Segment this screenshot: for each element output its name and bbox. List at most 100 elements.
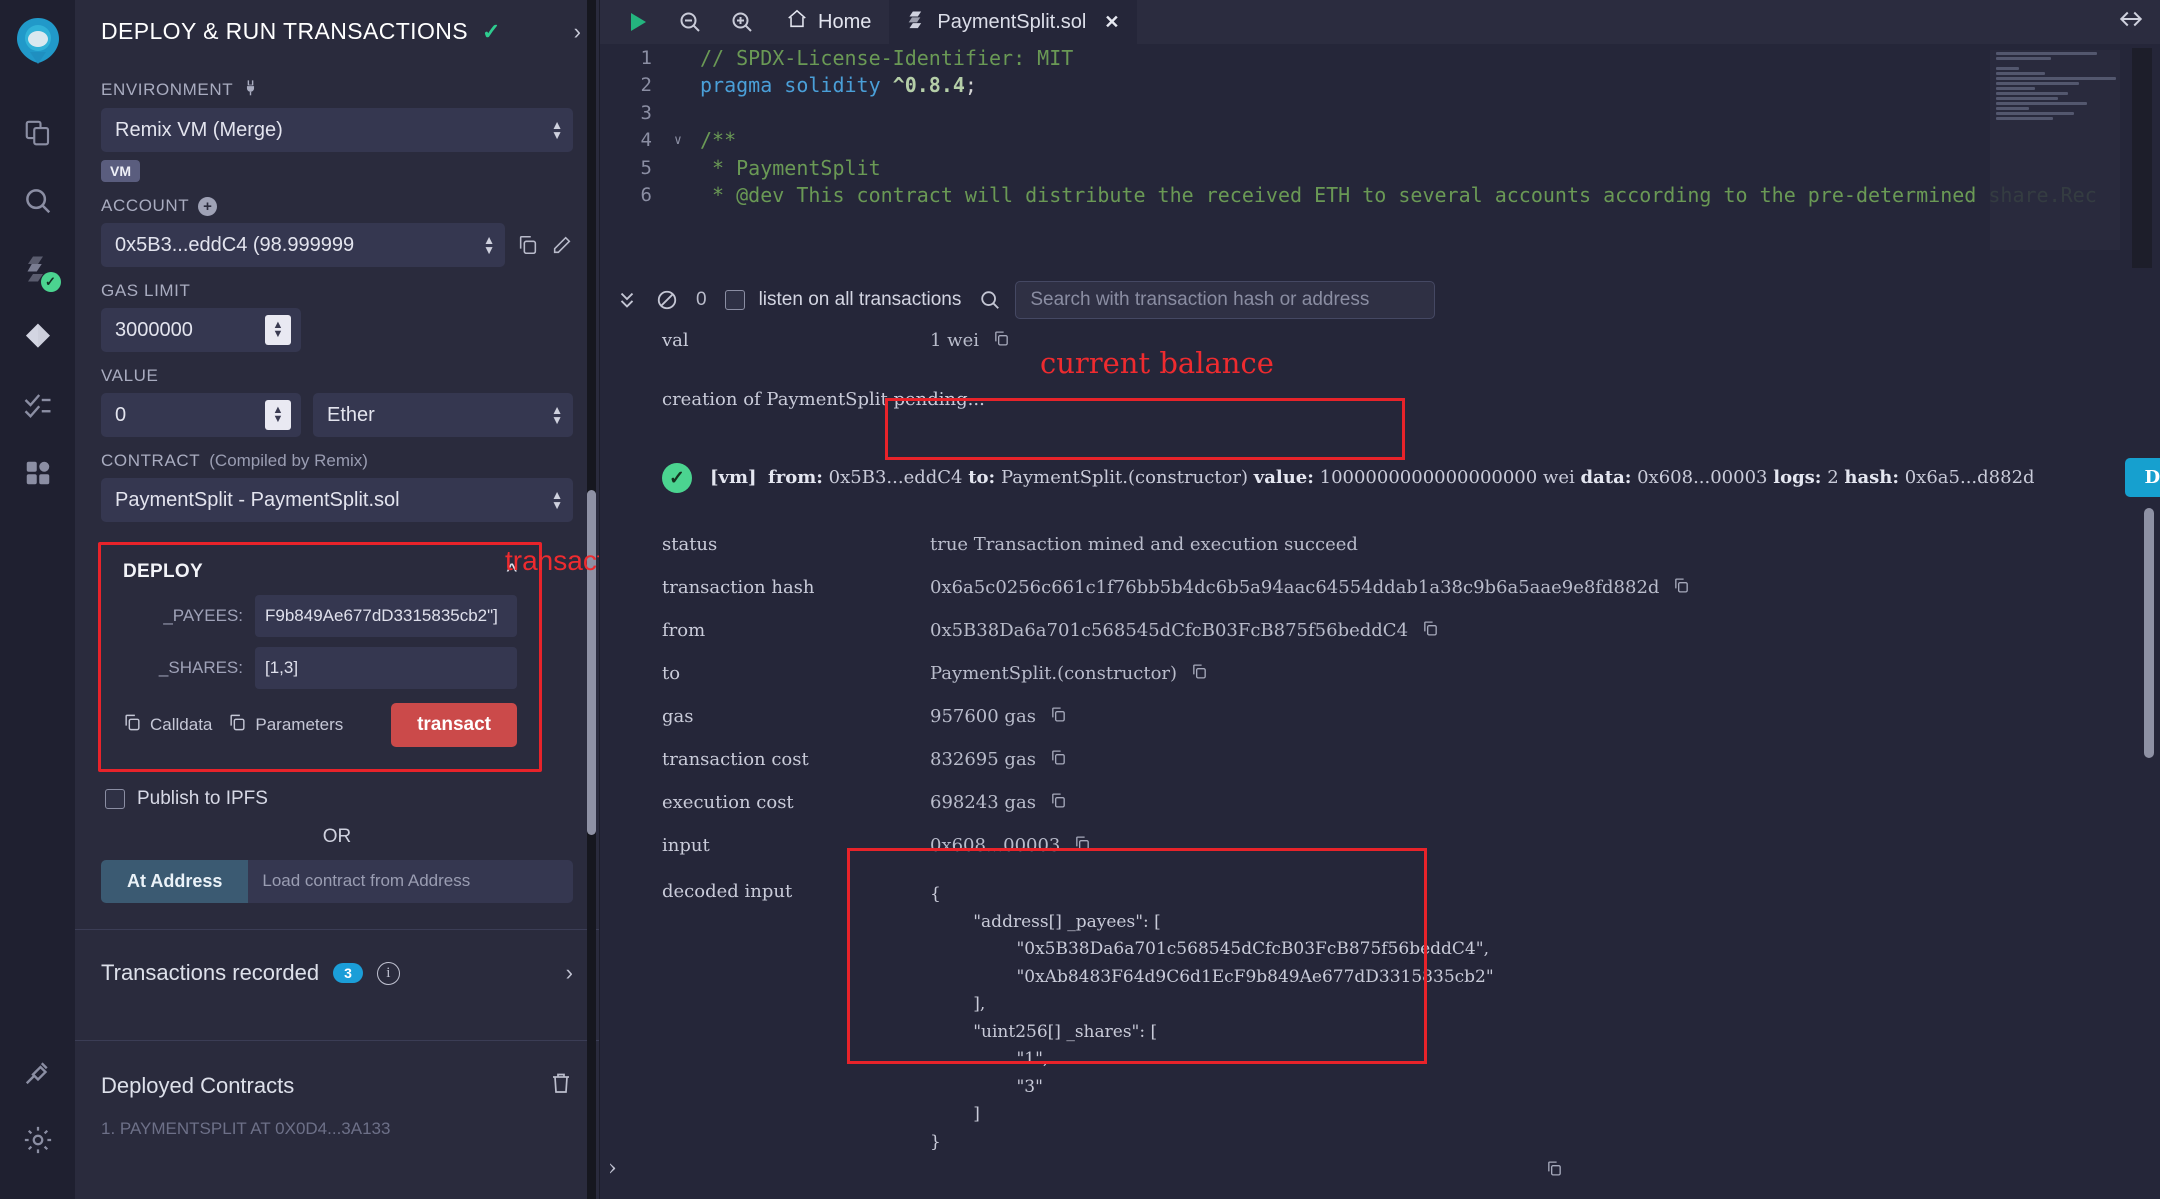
publish-ipfs-label: Publish to IPFS — [137, 788, 268, 810]
ban-icon[interactable] — [656, 289, 678, 311]
zoom-out-icon[interactable] — [664, 0, 716, 44]
copy-icon — [123, 713, 142, 737]
chevron-right-icon[interactable]: › — [566, 960, 573, 986]
gas-limit-stepper[interactable]: ▲▼ — [265, 315, 291, 345]
run-icon[interactable] — [612, 0, 664, 44]
copy-icon[interactable] — [1191, 663, 1208, 680]
plugin-manager-icon[interactable] — [11, 446, 65, 500]
row-key: transaction hash — [600, 577, 930, 598]
icon-rail: ✓ — [0, 0, 75, 1199]
transactions-recorded-label: Transactions recorded — [101, 960, 319, 986]
file-explorer-icon[interactable] — [11, 106, 65, 160]
code-text: * PaymentSplit — [700, 156, 881, 180]
deploy-header: DEPLOY ^ — [123, 559, 517, 585]
terminal-search-input[interactable]: Search with transaction hash or address — [1015, 281, 1435, 319]
table-row: from0x5B38Da6a701c568545dCfcB03FcB875f56… — [600, 609, 2160, 652]
editor-minimap[interactable] — [1990, 50, 2120, 250]
rail-bottom-group — [0, 1045, 75, 1181]
trash-icon[interactable] — [549, 1071, 573, 1101]
line-number: 2 — [600, 74, 674, 96]
transact-button[interactable]: transact — [391, 703, 517, 747]
deploy-run-panel: DEPLOY & RUN TRANSACTIONS ✓ › ENVIRONMEN… — [75, 0, 600, 1199]
pending-text: creation of PaymentSplit pending... — [600, 389, 985, 410]
add-account-icon[interactable]: + — [198, 197, 217, 216]
at-address-button[interactable]: At Address — [101, 860, 248, 903]
row-key: status — [600, 534, 930, 555]
page-title: DEPLOY & RUN TRANSACTIONS — [101, 18, 468, 45]
deploy-run-icon[interactable] — [11, 310, 65, 364]
expand-horizontal-icon[interactable] — [2118, 6, 2144, 38]
code-line: 2pragma solidity ^0.8.4; — [600, 72, 2160, 100]
shares-field-row: _SHARES: [1,3] — [123, 647, 517, 689]
chevrons-down-icon[interactable] — [616, 289, 638, 311]
copy-account-icon[interactable] — [517, 234, 539, 256]
value-unit-select[interactable]: Ether ▲▼ — [313, 393, 573, 437]
fold-icon[interactable]: ∨ — [674, 133, 700, 148]
copy-icon[interactable] — [1050, 706, 1067, 723]
decoded-input-label: decoded input — [600, 881, 930, 1156]
tab-paymentsplit-sol[interactable]: PaymentSplit.sol ✕ — [889, 0, 1137, 44]
row-value-text: 0x5B38Da6a701c568545dCfcB03FcB875f56bedd… — [930, 620, 1408, 641]
debugger-icon[interactable] — [11, 1045, 65, 1099]
decoded-input-copy-row — [600, 1158, 2160, 1179]
publish-ipfs-row[interactable]: Publish to IPFS — [105, 788, 573, 810]
settings-icon[interactable] — [11, 1113, 65, 1167]
copy-icon[interactable] — [1673, 577, 1690, 594]
unit-testing-icon[interactable] — [11, 378, 65, 432]
value-input[interactable]: 0 ▲▼ — [101, 393, 301, 437]
edit-account-icon[interactable] — [551, 234, 573, 256]
gas-limit-input[interactable]: 3000000 ▲▼ — [101, 308, 301, 352]
copy-icon[interactable] — [1074, 835, 1091, 852]
close-icon[interactable]: ✕ — [1104, 12, 1119, 33]
row-value-text: 0x6a5c0256c661c1f76bb5b4dc6b5a94aac64554… — [930, 577, 1659, 598]
transactions-recorded-row[interactable]: Transactions recorded 3 i › — [101, 930, 573, 1014]
terminal-body[interactable]: val 1 wei creation of PaymentSplit pendi… — [600, 328, 2160, 1199]
row-value-text: 698243 gas — [930, 792, 1036, 813]
parameters-button[interactable]: Parameters — [228, 713, 343, 737]
copy-icon[interactable] — [1050, 749, 1067, 766]
listen-all-transactions-row[interactable]: listen on all transactions — [725, 289, 962, 311]
at-address-input[interactable]: Load contract from Address — [248, 860, 573, 903]
value-label: VALUE — [101, 366, 573, 386]
sidebar-scrollbar-thumb[interactable] — [587, 490, 596, 835]
listen-all-transactions-checkbox[interactable] — [725, 290, 745, 310]
terminal-scrollbar-thumb[interactable] — [2144, 508, 2154, 758]
search-icon[interactable] — [979, 289, 1001, 311]
contract-label: CONTRACT (Compiled by Remix) — [101, 451, 573, 471]
contract-select[interactable]: PaymentSplit - PaymentSplit.sol ▲▼ — [101, 478, 573, 522]
row-key: input — [600, 835, 930, 856]
zoom-in-icon[interactable] — [716, 0, 768, 44]
publish-ipfs-checkbox[interactable] — [105, 789, 125, 809]
panel-collapse-chevron-icon[interactable]: › — [574, 19, 581, 45]
payees-input[interactable]: F9b849Ae677dD3315835cb2"] — [255, 595, 517, 637]
copy-icon[interactable] — [1050, 792, 1067, 809]
code-text: /** — [700, 128, 736, 152]
code-text: // SPDX-License-Identifier: MIT — [700, 46, 1073, 70]
chevron-updown-icon: ▲▼ — [551, 490, 563, 510]
editor-scrollbar[interactable] — [2132, 48, 2152, 268]
copy-icon[interactable] — [993, 330, 1010, 347]
debug-button[interactable]: Debug — [2125, 458, 2160, 497]
copy-icon[interactable] — [1422, 620, 1439, 637]
at-address-group: At Address Load contract from Address — [101, 860, 573, 903]
copy-icon[interactable] — [1546, 1160, 1563, 1177]
shares-input[interactable]: [1,3] — [255, 647, 517, 689]
terminal-expand-icon[interactable]: › — [608, 1156, 617, 1181]
line-number: 3 — [600, 102, 674, 124]
code-text: * @dev This contract will distribute the… — [700, 183, 2097, 207]
panel-header: DEPLOY & RUN TRANSACTIONS ✓ › — [75, 0, 599, 59]
search-icon[interactable] — [11, 174, 65, 228]
info-icon[interactable]: i — [377, 962, 400, 985]
account-select[interactable]: 0x5B3...eddC4 (98.999999 ▲▼ — [101, 223, 505, 267]
code-editor[interactable]: 1// SPDX-License-Identifier: MIT2pragma … — [600, 44, 2160, 272]
table-row: toPaymentSplit.(constructor) — [600, 652, 2160, 695]
environment-select[interactable]: Remix VM (Merge) ▲▼ — [101, 108, 573, 152]
value-stepper[interactable]: ▲▼ — [265, 400, 291, 430]
row-key: gas — [600, 706, 930, 727]
deployed-contract-item[interactable]: 1. PAYMENTSPLIT AT 0X0D4...3A133 — [101, 1111, 573, 1139]
solidity-compiler-icon[interactable]: ✓ — [11, 242, 65, 296]
remix-logo-icon[interactable] — [12, 14, 64, 72]
calldata-button[interactable]: Calldata — [123, 713, 212, 737]
transaction-summary-row[interactable]: ✓ [vm] from: 0x5B3...eddC4 to: PaymentSp… — [600, 448, 2160, 507]
tab-home[interactable]: Home — [768, 0, 889, 44]
